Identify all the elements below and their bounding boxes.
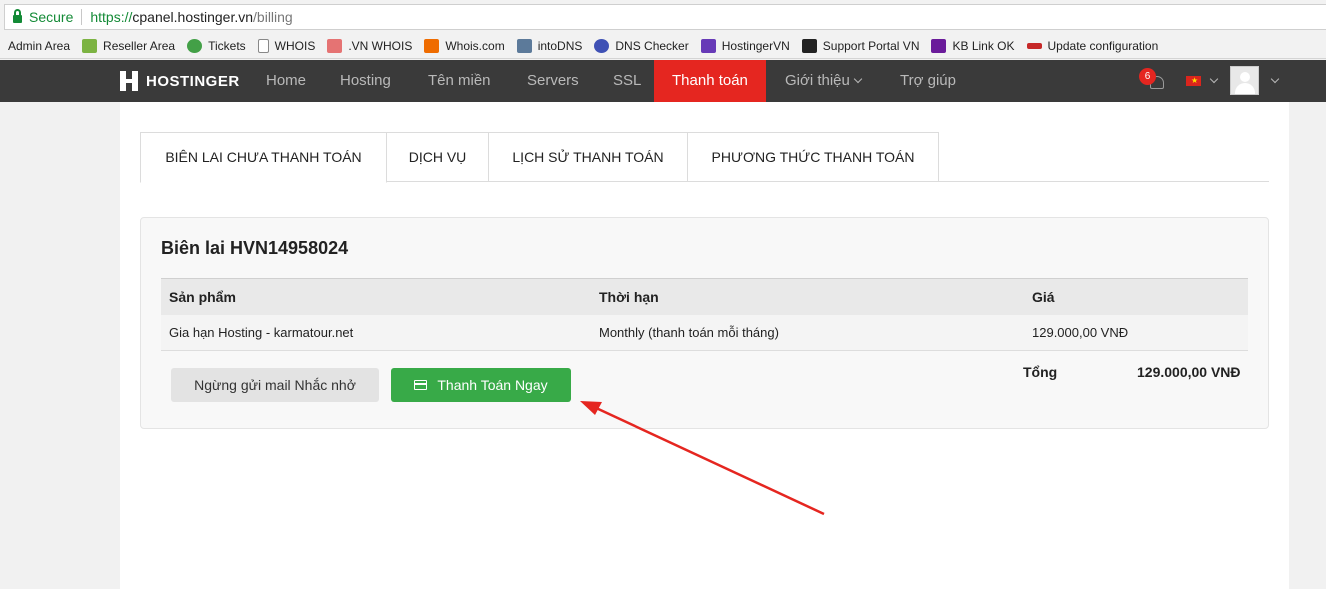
bookmark-label: Whois.com — [445, 39, 505, 53]
table-row: Gia hạn Hosting - karmatour.net Monthly … — [161, 315, 1248, 351]
nav-home[interactable]: Home — [266, 60, 306, 102]
kb-icon — [931, 39, 947, 53]
dns-icon — [516, 39, 532, 53]
column-header-product: Sản phẩm — [169, 289, 236, 305]
nav-help[interactable]: Trợ giúp — [900, 60, 956, 102]
bookmark-whois[interactable]: WHOIS — [257, 39, 316, 53]
tab-payment-methods[interactable]: PHƯƠNG THỨC THANH TOÁN — [687, 132, 939, 182]
pay-now-button[interactable]: Thanh Toán Ngay — [391, 368, 571, 402]
nav-billing[interactable]: Thanh toán — [654, 60, 766, 102]
browser-address-bar: Secure https://cpanel.hostinger.vn/billi… — [0, 0, 1326, 34]
column-header-period: Thời hạn — [599, 289, 659, 305]
chevron-down-icon — [853, 74, 863, 84]
bookmark-label: Support Portal VN — [822, 39, 920, 53]
cell-product: Gia hạn Hosting - karmatour.net — [169, 325, 354, 340]
bookmark-intodns[interactable]: intoDNS — [516, 39, 583, 53]
bookmark-label: KB Link OK — [952, 39, 1015, 53]
bookmark-label: WHOIS — [274, 39, 316, 53]
bookmark-label: Tickets — [208, 39, 246, 53]
top-navigation: HOSTINGER Home Hosting Tên miền Servers … — [0, 60, 1326, 102]
bookmark-kb-link-ok[interactable]: KB Link OK — [931, 39, 1015, 53]
tab-services[interactable]: DỊCH VỤ — [386, 132, 489, 182]
bookmark-label: Admin Area — [8, 39, 71, 53]
main-content: BIÊN LAI CHƯA THANH TOÁN DỊCH VỤ LỊCH SỬ… — [120, 102, 1289, 589]
total-label: Tổng — [1023, 364, 1058, 380]
divider — [81, 9, 83, 25]
bookmark-admin-area[interactable]: Admin Area — [8, 39, 70, 53]
bookmark-label: intoDNS — [537, 39, 583, 53]
url-field[interactable]: Secure https://cpanel.hostinger.vn/billi… — [4, 4, 1326, 30]
credit-card-icon — [414, 380, 428, 390]
bookmark-label: Reseller Area — [103, 39, 176, 53]
star-icon: ★ — [1191, 76, 1199, 85]
hostinger-logo-icon — [120, 71, 138, 91]
globe-icon — [594, 39, 610, 53]
brand-name: HOSTINGER — [146, 72, 240, 90]
hostinger-logo[interactable]: HOSTINGER — [120, 71, 240, 91]
bookmark-label: DNS Checker — [615, 39, 689, 53]
bookmark-reseller-area[interactable]: Reseller Area — [82, 39, 175, 53]
bookmark-label: Update configuration — [1047, 39, 1159, 53]
column-header-price: Giá — [1032, 289, 1055, 305]
cell-period: Monthly (thanh toán mỗi tháng) — [599, 325, 779, 340]
tab-unpaid-invoices[interactable]: BIÊN LAI CHƯA THANH TOÁN — [140, 132, 387, 183]
update-icon — [1026, 43, 1042, 49]
book-icon — [801, 39, 817, 53]
bookmark-whois-com[interactable]: Whois.com — [424, 39, 505, 53]
reseller-icon — [82, 39, 98, 53]
bookmark-label: HostingerVN — [721, 39, 790, 53]
total-value: 129.000,00 VNĐ — [1137, 364, 1241, 380]
bookmarks-bar: Admin Area Reseller Area Tickets WHOIS .… — [0, 34, 1326, 59]
nav-domains[interactable]: Tên miền — [428, 60, 491, 102]
bookmark-support-portal-vn[interactable]: Support Portal VN — [801, 39, 920, 53]
table-header: Sản phẩm Thời hạn Giá — [161, 278, 1248, 315]
bookmark-hostingervn[interactable]: HostingerVN — [700, 39, 790, 53]
vietnam-flag-icon[interactable]: ★ — [1186, 76, 1201, 86]
vn-icon — [327, 39, 343, 53]
hostinger-icon — [700, 39, 716, 53]
url-protocol: https:// — [90, 9, 133, 25]
chat-bubble-icon — [187, 39, 203, 53]
url-host: cpanel.hostinger.vn — [132, 9, 254, 25]
nav-about[interactable]: Giới thiệu — [785, 60, 863, 102]
invoice-card: Biên lai HVN14958024 Sản phẩm Thời hạn G… — [140, 217, 1269, 429]
invoice-title: Biên lai HVN14958024 — [161, 238, 349, 258]
avatar[interactable] — [1230, 66, 1259, 95]
page-icon — [257, 39, 269, 53]
avatar-head — [1240, 72, 1250, 82]
nav-hosting[interactable]: Hosting — [340, 60, 391, 102]
nav-ssl[interactable]: SSL — [613, 60, 641, 102]
lock-icon — [13, 9, 22, 23]
nav-servers[interactable]: Servers — [527, 60, 579, 102]
notification-badge: 6 — [1139, 68, 1156, 85]
pay-now-label: Thanh Toán Ngay — [437, 377, 548, 393]
bookmark-dns-checker[interactable]: DNS Checker — [594, 39, 689, 53]
billing-tabs: BIÊN LAI CHƯA THANH TOÁN DỊCH VỤ LỊCH SỬ… — [140, 132, 1269, 183]
url-path: /billing — [253, 9, 293, 25]
bookmark-vn-whois[interactable]: .VN WHOIS — [327, 39, 412, 53]
secure-label: Secure — [29, 9, 74, 25]
cell-price: 129.000,00 VNĐ — [1032, 325, 1129, 340]
bookmark-label: .VN WHOIS — [348, 39, 413, 53]
nav-about-label: Giới thiệu — [785, 72, 850, 89]
bookmark-update-configuration[interactable]: Update configuration — [1026, 39, 1159, 53]
stop-reminder-button[interactable]: Ngừng gửi mail Nhắc nhở — [171, 368, 379, 402]
whois-com-icon — [424, 39, 440, 53]
tab-payment-history[interactable]: LỊCH SỬ THANH TOÁN — [488, 132, 688, 182]
avatar-body — [1235, 83, 1255, 94]
bookmark-tickets[interactable]: Tickets — [187, 39, 246, 53]
